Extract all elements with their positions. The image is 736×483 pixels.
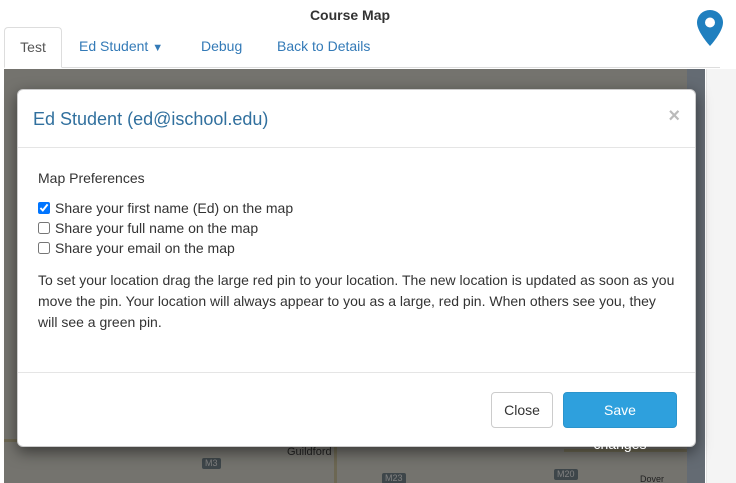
share-first-name-checkbox[interactable] [38, 202, 50, 214]
tab-back-label: Back to Details [277, 38, 371, 54]
share-email-checkbox[interactable] [38, 242, 50, 254]
tab-debug[interactable]: Debug [186, 27, 257, 67]
location-help-text: To set your location drag the large red … [38, 272, 675, 330]
close-icon[interactable]: × [668, 105, 680, 128]
tab-test-label: Test [20, 39, 46, 55]
modal-header: Ed Student (ed@ischool.edu) × [18, 90, 695, 148]
share-full-name-option[interactable]: Share your full name on the map [38, 218, 678, 238]
close-button[interactable]: Close [491, 392, 553, 428]
page-scroll-rail[interactable] [706, 69, 736, 483]
section-label: Map Preferences [38, 170, 145, 186]
tab-debug-label: Debug [201, 38, 243, 54]
tab-ed-student-label: Ed Student [79, 38, 149, 54]
app-title: Course Map [309, 7, 391, 23]
option-label: Share your full name on the map [55, 220, 259, 236]
preferences-modal: Ed Student (ed@ischool.edu) × Map Prefer… [17, 89, 696, 452]
option-label: Share your first name (Ed) on the map [55, 200, 294, 216]
share-email-option[interactable]: Share your email on the map [38, 238, 678, 258]
share-first-name-option[interactable]: Share your first name (Ed) on the map [38, 198, 678, 218]
modal-footer: Close Save changes [18, 372, 695, 452]
option-label: Share your email on the map [55, 240, 235, 256]
tab-ed-student-dropdown[interactable]: Ed Student ▼ [64, 27, 178, 67]
share-full-name-checkbox[interactable] [38, 222, 50, 234]
modal-title: Ed Student (ed@ischool.edu) [33, 109, 269, 129]
caret-down-icon: ▼ [152, 42, 164, 54]
tab-test[interactable]: Test [4, 27, 62, 68]
nav-tabs: Test Ed Student ▼ Debug Back to Details [4, 27, 720, 68]
modal-body: Map Preferences Share your first name (E… [38, 170, 678, 333]
save-changes-button[interactable]: Save changes [563, 392, 677, 452]
tab-back-to-details[interactable]: Back to Details [262, 27, 385, 67]
